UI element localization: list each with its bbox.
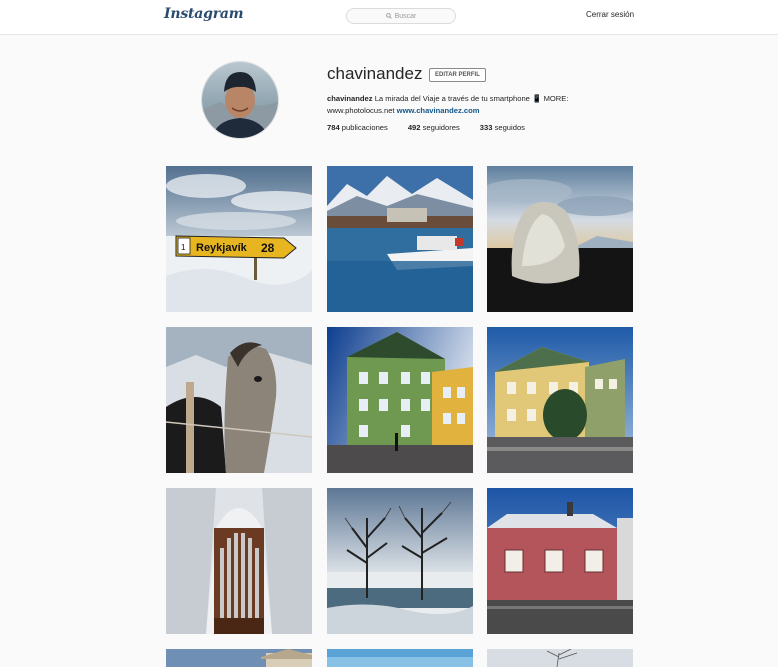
- top-navigation-bar: Instagram Buscar Cerrar sesión: [0, 0, 778, 35]
- photo-horse: [166, 327, 312, 473]
- post-partial-2[interactable]: [327, 649, 473, 667]
- profile-username: chavinandez: [327, 64, 423, 83]
- post-red-house[interactable]: [487, 488, 633, 634]
- post-partial-3[interactable]: [487, 649, 633, 667]
- photo-partial-1: [166, 649, 312, 667]
- profile-stats: 784 publicaciones 492 seguidores 333 seg…: [327, 123, 525, 132]
- followers-count: 492: [407, 123, 421, 132]
- posts-count: 784: [327, 123, 340, 132]
- post-partial-1[interactable]: [166, 649, 312, 667]
- post-yellow-house[interactable]: [487, 327, 633, 473]
- bio-website-link[interactable]: www.chavinandez.com: [397, 106, 480, 115]
- sign-distance: 28: [261, 241, 275, 255]
- photo-yellow-house: [487, 327, 633, 473]
- following-count: 333: [479, 123, 493, 132]
- followers-label: seguidores: [422, 123, 460, 132]
- photo-red-house: [487, 488, 633, 634]
- stat-following[interactable]: 333 seguidos: [480, 123, 525, 132]
- search-placeholder: Buscar: [394, 12, 417, 20]
- post-winter-trees[interactable]: [327, 488, 473, 634]
- photo-green-building: [327, 327, 473, 473]
- photo-ice: [487, 166, 633, 312]
- post-green-building[interactable]: [327, 327, 473, 473]
- avatar[interactable]: [201, 61, 279, 139]
- post-horse[interactable]: [166, 327, 312, 473]
- photo-harbor: [327, 166, 473, 312]
- avatar-photo: [202, 62, 278, 138]
- profile-bio: chavinandez La mirada del Viaje a través…: [327, 93, 627, 117]
- photo-road-sign: 1 Reykjavík 28: [166, 166, 312, 312]
- photo-winter-trees: [327, 488, 473, 634]
- following-label: seguidos: [494, 123, 525, 132]
- post-reykjavik-sign[interactable]: 1 Reykjavík 28: [166, 166, 312, 312]
- bio-text: La mirada del Viaje a través de tu smart…: [372, 94, 569, 103]
- sign-city: Reykjavík: [196, 242, 248, 254]
- posts-label: publicaciones: [341, 123, 388, 132]
- stat-followers[interactable]: 492 seguidores: [408, 123, 460, 132]
- logout-link[interactable]: Cerrar sesión: [586, 10, 634, 19]
- sign-route: 1: [181, 243, 186, 252]
- search-input[interactable]: Buscar: [346, 8, 456, 24]
- bio-line2: www.photolocus.net: [327, 106, 397, 115]
- post-church-organ[interactable]: [166, 488, 312, 634]
- post-ice-block[interactable]: [487, 166, 633, 312]
- edit-profile-button[interactable]: EDITAR PERFIL: [429, 68, 486, 82]
- search-icon: [385, 13, 392, 19]
- photo-partial-3: [487, 649, 633, 667]
- stat-posts: 784 publicaciones: [327, 123, 388, 132]
- post-harbor-mountains[interactable]: [327, 166, 473, 312]
- photo-partial-2: [327, 649, 473, 667]
- instagram-logo[interactable]: Instagram: [164, 6, 244, 22]
- bio-name: chavinandez: [327, 94, 373, 103]
- photo-church-organ: [166, 488, 312, 634]
